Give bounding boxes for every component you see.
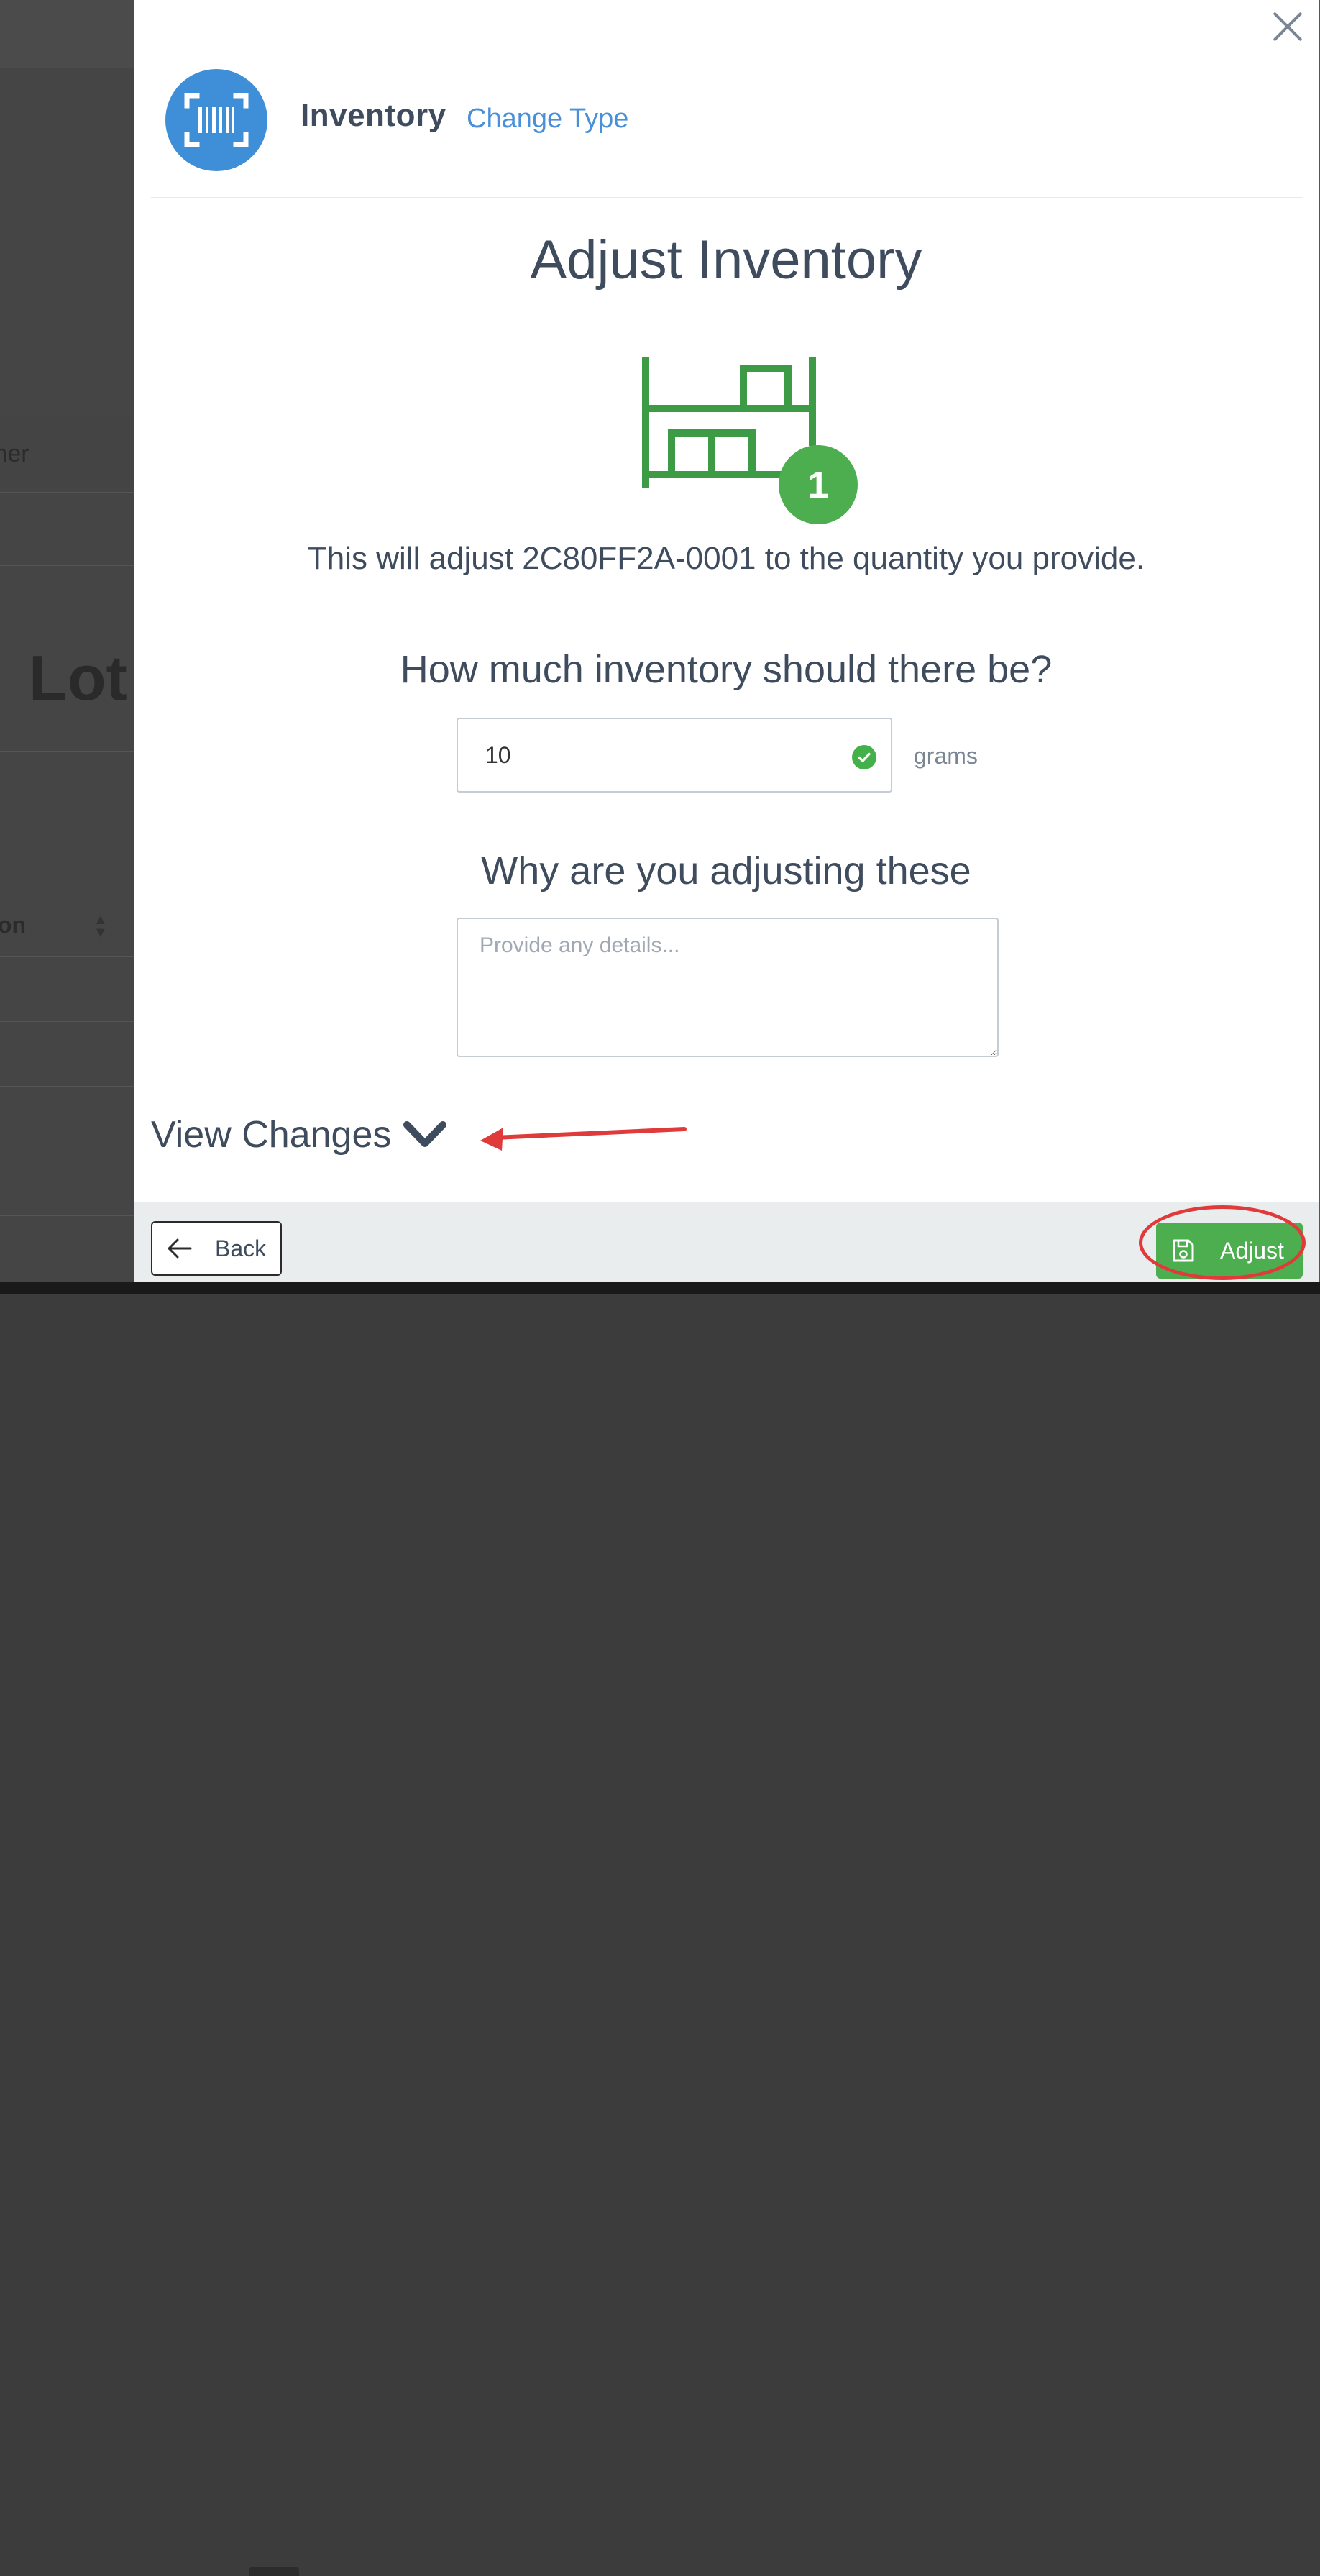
view-changes-toggle[interactable]: View Changes [151, 1113, 447, 1156]
quantity-question: How much inventory should there be? [400, 648, 1053, 691]
adjust-button-label: Adjust [1220, 1237, 1284, 1264]
background-row-divider [0, 1086, 134, 1087]
view-changes-label: View Changes [151, 1114, 392, 1156]
background-page: mer Lot ion ▲▼ [0, 0, 134, 1294]
adjust-inventory-panel: Inventory Change Type Adjust Inventory 1… [134, 0, 1319, 1282]
annotation-arrow [480, 1127, 687, 1151]
taskbar-strip [0, 1282, 1320, 2576]
background-customer-text: mer [0, 440, 29, 467]
background-divider [0, 565, 134, 566]
save-icon [1156, 1223, 1211, 1279]
reason-textarea[interactable] [457, 918, 999, 1057]
quantity-input[interactable] [458, 719, 891, 791]
adjust-button[interactable]: Adjust [1156, 1223, 1303, 1279]
header-divider [151, 197, 1303, 198]
barcode-scan-icon [165, 69, 267, 171]
reason-question: Why are you adjusting these [481, 849, 971, 892]
background-divider [0, 751, 134, 752]
shelf-boxes-icon: 1 [642, 357, 858, 524]
background-column-header: ion [0, 912, 26, 938]
background-row-divider [0, 956, 134, 957]
back-arrow-icon [152, 1223, 206, 1274]
adjust-description: This will adjust 2C80FF2A-0001 to the qu… [307, 541, 1145, 576]
count-badge: 1 [808, 465, 829, 506]
back-button[interactable]: Back [151, 1221, 282, 1276]
quantity-unit: grams [914, 743, 978, 769]
change-type-link[interactable]: Change Type [467, 104, 628, 134]
quantity-field [457, 718, 892, 793]
taskbar-tab [249, 2567, 299, 2576]
background-row-divider [0, 1215, 134, 1216]
transaction-type-title: Inventory [301, 98, 446, 133]
valid-check-icon [852, 745, 876, 769]
background-top-bar [0, 0, 134, 68]
panel-footer: Back Adjust [134, 1202, 1319, 1282]
chevron-down-icon[interactable] [403, 1119, 447, 1151]
background-divider [0, 492, 134, 493]
close-icon[interactable] [1271, 10, 1304, 43]
sort-icon: ▲ ▼ [93, 912, 108, 941]
background-row-divider [0, 1021, 134, 1022]
page-title: Adjust Inventory [530, 229, 922, 291]
background-page-heading: Lot [29, 642, 127, 713]
back-button-label: Back [215, 1235, 267, 1261]
